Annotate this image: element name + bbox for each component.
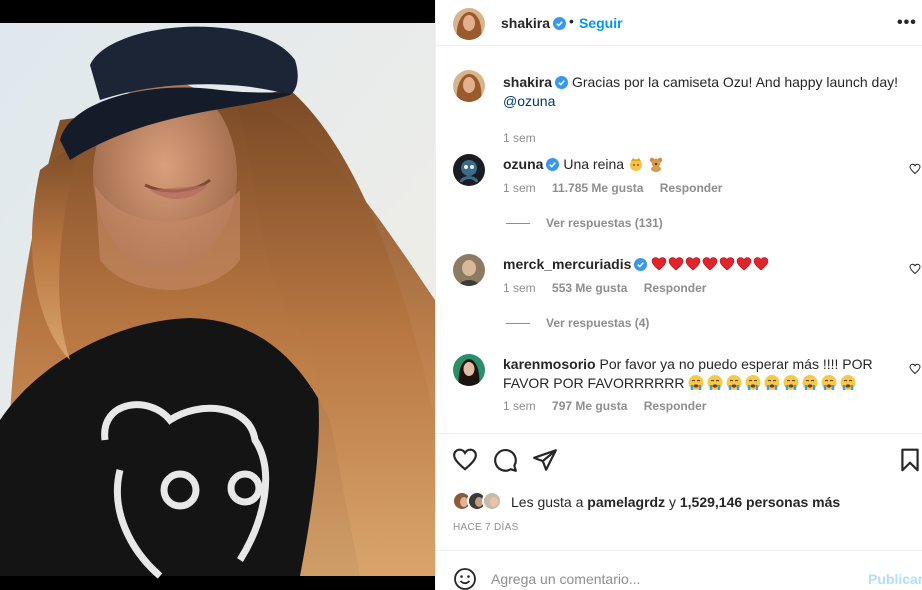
like-comment-heart-icon[interactable] xyxy=(909,163,921,175)
commenter-avatar[interactable] xyxy=(453,354,485,386)
crying-face-emoji-icon xyxy=(688,375,856,390)
comment-time[interactable]: 1 sem xyxy=(503,399,536,413)
view-replies-button[interactable]: Ver respuestas (131) xyxy=(506,216,663,230)
post-timestamp[interactable]: HACE 7 DÍAS xyxy=(453,522,519,533)
comment-text: karenmosorio Por favor ya no puedo esper… xyxy=(503,355,898,393)
commenter-username[interactable]: karenmosorio xyxy=(503,356,596,372)
comment-likes[interactable]: 11.785 Me gusta xyxy=(552,181,643,195)
verified-badge-icon xyxy=(546,158,560,171)
commenter-username[interactable]: merck_mercuriadis xyxy=(503,256,631,272)
view-replies-label[interactable]: Ver respuestas (131) xyxy=(546,216,663,230)
caption-meta: 1 sem xyxy=(503,131,549,145)
avatar-shakira-icon xyxy=(453,8,485,40)
reply-button[interactable]: Responder xyxy=(644,399,707,413)
commenter-username[interactable]: ozuna xyxy=(503,156,543,172)
comment-input[interactable] xyxy=(491,568,851,590)
post-photo[interactable] xyxy=(0,0,435,590)
comment-meta: 1 sem 797 Me gusta Responder xyxy=(503,399,719,413)
caption-username[interactable]: shakira xyxy=(503,74,552,90)
comments-list[interactable]: shakira Gracias por la camiseta Ozu! And… xyxy=(436,56,922,434)
reply-button[interactable]: Responder xyxy=(660,181,723,195)
like-comment-heart-icon[interactable] xyxy=(909,363,921,375)
follow-button[interactable]: Seguir xyxy=(579,15,623,31)
smiley-icon[interactable] xyxy=(453,567,477,590)
caption-avatar[interactable] xyxy=(453,70,485,102)
separator-dot: • xyxy=(569,13,574,29)
likes-summary[interactable]: Les gusta a pamelagrdz y 1,529,146 perso… xyxy=(452,490,912,512)
view-replies-label[interactable]: Ver respuestas (4) xyxy=(546,316,649,330)
post-action-bar xyxy=(436,447,922,477)
teddy-bear-emoji-icon xyxy=(649,157,663,172)
liker-avatars xyxy=(452,490,508,512)
publish-button[interactable]: Publicar xyxy=(868,571,922,587)
avatar-shakira-icon xyxy=(453,70,485,102)
author-username-link[interactable]: shakira xyxy=(501,15,567,31)
caption-time[interactable]: 1 sem xyxy=(503,131,536,145)
verified-badge-icon xyxy=(634,258,648,271)
likes-count-link[interactable]: 1,529,146 personas más xyxy=(680,494,840,510)
comment-time[interactable]: 1 sem xyxy=(503,281,536,295)
heart-icon[interactable] xyxy=(452,447,478,473)
comment-text: merck_mercuriadis xyxy=(503,255,898,274)
caption-text: shakira Gracias por la camiseta Ozu! And… xyxy=(503,73,898,111)
replies-divider-line xyxy=(506,323,530,325)
liker-avatar-icon xyxy=(484,493,500,509)
post-details-panel: shakira • Seguir ••• shakira Gracias por… xyxy=(435,0,922,590)
avatar-karen-icon xyxy=(453,354,485,386)
comment-icon[interactable] xyxy=(492,447,518,473)
likes-user-link[interactable]: pamelagrdz xyxy=(587,494,665,510)
comment-composer: Publicar xyxy=(436,550,922,590)
red-hearts-emoji-icon xyxy=(652,257,769,271)
verified-badge-icon xyxy=(553,17,567,30)
comment-meta: 1 sem 11.785 Me gusta Responder xyxy=(503,181,735,195)
reply-button[interactable]: Responder xyxy=(644,281,707,295)
likes-text: Les gusta a pamelagrdz y 1,529,146 perso… xyxy=(511,494,840,510)
avatar-merck-icon xyxy=(453,254,485,286)
caption-mention-link[interactable]: @ozuna xyxy=(503,93,555,109)
post-photo-image xyxy=(0,23,435,579)
post-header: shakira • Seguir ••• xyxy=(436,0,922,46)
more-options-icon[interactable]: ••• xyxy=(897,14,917,32)
liker-avatar xyxy=(482,491,502,511)
comment-likes[interactable]: 553 Me gusta xyxy=(552,281,627,295)
commenter-avatar[interactable] xyxy=(453,254,485,286)
commenter-avatar[interactable] xyxy=(453,154,485,186)
avatar-ozuna-icon xyxy=(453,154,485,186)
comment-time[interactable]: 1 sem xyxy=(503,181,536,195)
author-username[interactable]: shakira xyxy=(501,15,550,31)
likes-prefix: Les gusta a xyxy=(511,494,584,510)
caption-body: Gracias por la camiseta Ozu! And happy l… xyxy=(571,74,899,90)
view-replies-button[interactable]: Ver respuestas (4) xyxy=(506,316,649,330)
comment-meta: 1 sem 553 Me gusta Responder xyxy=(503,281,719,295)
like-comment-heart-icon[interactable] xyxy=(909,263,921,275)
replies-divider-line xyxy=(506,223,530,225)
bookmark-icon[interactable] xyxy=(897,447,922,473)
likes-joiner: y xyxy=(668,494,676,510)
comment-likes[interactable]: 797 Me gusta xyxy=(552,399,627,413)
verified-badge-icon xyxy=(555,76,569,89)
comment-text: ozuna Una reina xyxy=(503,155,898,174)
author-avatar[interactable] xyxy=(453,8,485,40)
comment-body: Una reina xyxy=(563,156,625,172)
queen-emoji-icon xyxy=(629,158,642,171)
share-icon[interactable] xyxy=(532,447,558,473)
